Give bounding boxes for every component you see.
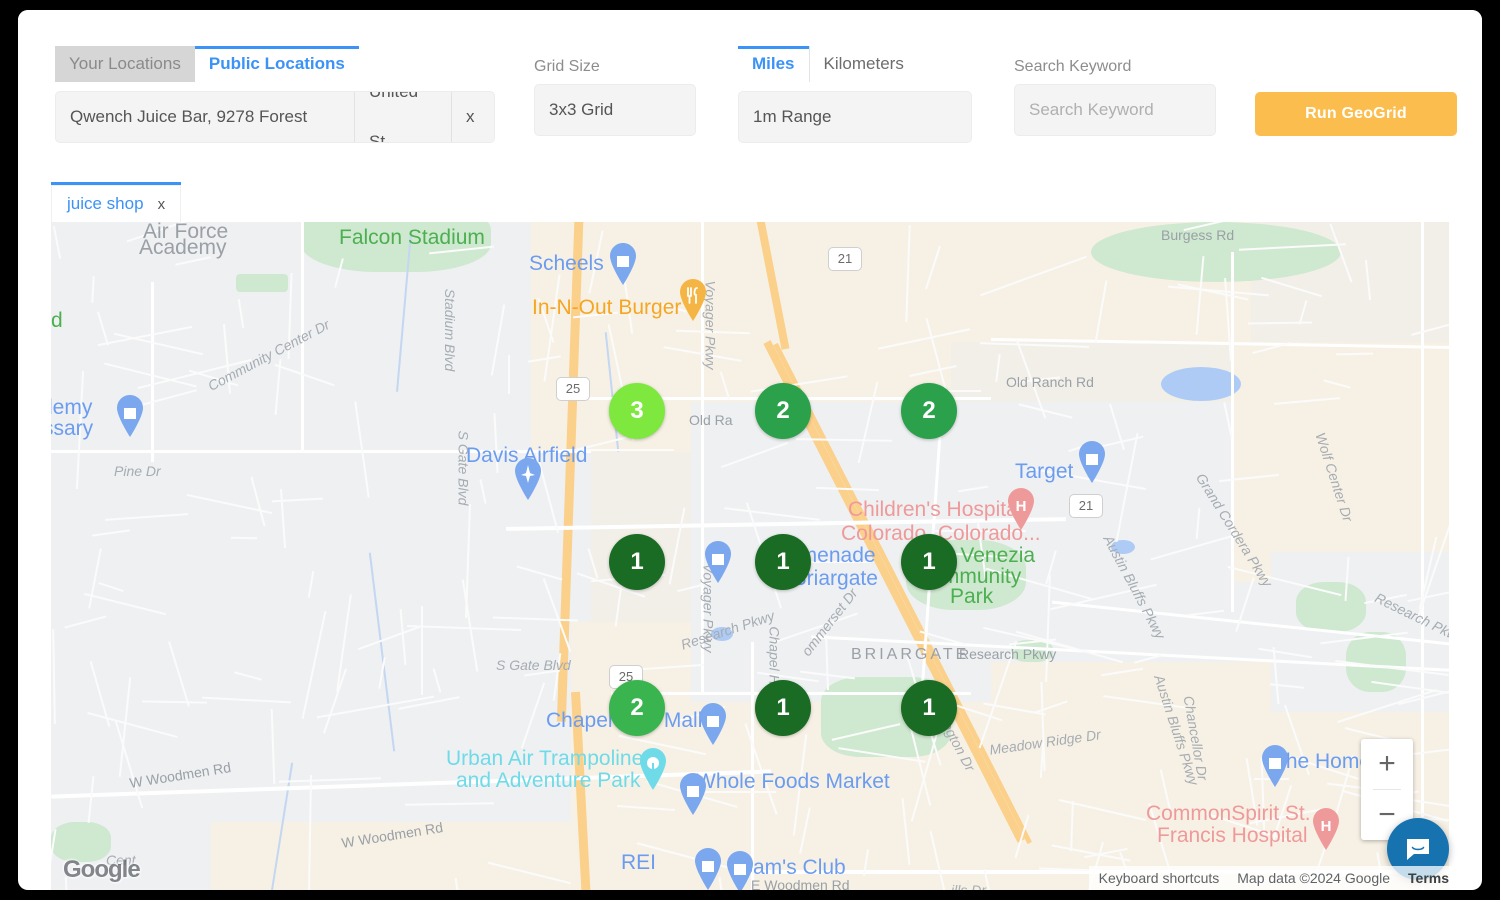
grid-size-value[interactable]: 3x3 Grid xyxy=(535,85,627,135)
shopping-pin[interactable] xyxy=(701,540,735,584)
keyword-tab-juice-shop[interactable]: juice shop x xyxy=(51,182,181,224)
search-keyword-label: Search Keyword xyxy=(1014,58,1216,76)
tab-your-locations[interactable]: Your Locations xyxy=(55,46,195,82)
map-data-text: Map data ©2024 Google xyxy=(1237,870,1390,886)
map-label: Children's Hospital xyxy=(848,498,1022,522)
unit-tabs: Miles Kilometers xyxy=(738,46,972,82)
map-label: and Adventure Park xyxy=(456,769,640,793)
geogrid-marker[interactable]: 1 xyxy=(901,680,957,736)
location-tabs: Your Locations Public Locations xyxy=(55,46,495,82)
range-field-group: Miles Kilometers 1m Range xyxy=(738,46,972,143)
map-surface[interactable]: Air ForceAcademyFalcon StadiumScheelsIn-… xyxy=(51,222,1459,890)
keyboard-shortcuts-link[interactable]: Keyboard shortcuts xyxy=(1099,870,1220,886)
shopping-pin[interactable] xyxy=(696,702,730,746)
zoom-in-button[interactable]: + xyxy=(1361,739,1413,789)
map-label: In-N-Out Burger xyxy=(532,296,681,320)
map-label: CommonSpirit St. xyxy=(1146,802,1311,826)
highway-shield-icon: 25 xyxy=(556,377,590,401)
map-label: d xyxy=(51,309,63,333)
map-attribution: Keyboard shortcuts Map data ©2024 Google… xyxy=(1089,866,1459,890)
map-label: Research Pkwy xyxy=(959,646,1056,662)
airport-pin[interactable] xyxy=(511,457,545,501)
map-label: Scheels xyxy=(529,252,604,276)
highway-shield-icon: 21 xyxy=(828,247,862,271)
map-label: S Gate Blvd xyxy=(496,657,571,673)
map-label: Stadium Blvd xyxy=(442,289,458,371)
tab-public-locations[interactable]: Public Locations xyxy=(195,46,359,82)
range-select[interactable]: 1m Range xyxy=(738,91,972,143)
tab-miles[interactable]: Miles xyxy=(738,46,809,82)
tab-kilometers[interactable]: Kilometers xyxy=(809,46,918,82)
location-input[interactable]: Qwench Juice Bar, 9278 Forest United St … xyxy=(55,91,495,143)
shopping-pin[interactable] xyxy=(1258,744,1292,788)
geogrid-marker[interactable]: 3 xyxy=(609,383,665,439)
location-country-value[interactable]: United St xyxy=(355,92,451,142)
grid-size-field-group: Grid Size 3x3 Grid xyxy=(534,58,696,136)
grid-size-label: Grid Size xyxy=(534,58,696,76)
map-label: Francis Hospital xyxy=(1157,824,1308,848)
restaurant-pin[interactable] xyxy=(676,278,710,322)
keyword-tab-label: juice shop xyxy=(67,194,144,214)
svg-text:H: H xyxy=(1016,498,1027,515)
app-window: Your Locations Public Locations Qwench J… xyxy=(18,10,1482,890)
google-logo: Google xyxy=(63,856,140,884)
keyword-tabs: juice shop x xyxy=(51,182,181,224)
terms-link[interactable]: Terms xyxy=(1408,870,1449,886)
shopping-pin[interactable] xyxy=(676,772,710,816)
keyword-tab-close-icon[interactable]: x xyxy=(158,196,166,213)
map-label: Burgess Rd xyxy=(1161,227,1234,243)
hospital-pin[interactable]: H xyxy=(1309,807,1343,851)
map-label: Whole Foods Market xyxy=(696,770,890,794)
search-keyword-input[interactable]: Search Keyword xyxy=(1014,84,1216,136)
geogrid-marker[interactable]: 2 xyxy=(755,383,811,439)
geogrid-marker[interactable]: 1 xyxy=(755,680,811,736)
geogrid-marker[interactable]: 2 xyxy=(901,383,957,439)
map-label: Old Ra xyxy=(689,412,733,428)
geogrid-marker[interactable]: 1 xyxy=(901,534,957,590)
location-business-value[interactable]: Qwench Juice Bar, 9278 Forest xyxy=(56,92,354,142)
map-label: Pine Dr xyxy=(114,463,161,479)
highway-shield-icon: 21 xyxy=(1069,494,1103,518)
shopping-pin[interactable] xyxy=(1075,440,1109,484)
search-keyword-field-group: Search Keyword Search Keyword xyxy=(1014,58,1216,136)
geogrid-marker[interactable]: 2 xyxy=(609,680,665,736)
control-bar: Your Locations Public Locations Qwench J… xyxy=(18,10,1482,180)
park-pin[interactable] xyxy=(636,747,670,791)
map-label: Park xyxy=(950,585,993,609)
search-keyword-placeholder[interactable]: Search Keyword xyxy=(1015,85,1168,135)
map-label: Academy xyxy=(139,236,227,260)
svg-text:H: H xyxy=(1321,818,1332,835)
geogrid-map[interactable]: Air ForceAcademyFalcon StadiumScheelsIn-… xyxy=(51,222,1459,890)
map-label: Target xyxy=(1015,460,1073,484)
geogrid-marker[interactable]: 1 xyxy=(609,534,665,590)
shopping-pin[interactable] xyxy=(113,394,147,438)
chat-bubble-icon xyxy=(1403,834,1433,864)
geogrid-marker[interactable]: 1 xyxy=(755,534,811,590)
map-label: ills Dr xyxy=(951,882,986,890)
location-clear-button[interactable]: x xyxy=(452,92,489,142)
map-label: Falcon Stadium xyxy=(339,226,485,250)
map-label: ssary xyxy=(51,417,93,441)
map-right-gutter xyxy=(1449,222,1459,890)
range-value[interactable]: 1m Range xyxy=(739,92,845,142)
location-field-group: Your Locations Public Locations Qwench J… xyxy=(55,46,495,143)
map-label: BRIARGATE xyxy=(851,646,969,664)
shopping-pin[interactable] xyxy=(723,850,757,890)
map-label: S Gate Blvd xyxy=(455,431,471,506)
shopping-pin[interactable] xyxy=(606,242,640,286)
shopping-pin[interactable] xyxy=(691,847,725,890)
map-label: REI xyxy=(621,851,656,875)
map-label: Urban Air Trampoline xyxy=(446,747,643,771)
map-label: Old Ranch Rd xyxy=(1006,374,1094,390)
hospital-pin[interactable]: H xyxy=(1004,487,1038,531)
grid-size-select[interactable]: 3x3 Grid xyxy=(534,84,696,136)
run-geogrid-button[interactable]: Run GeoGrid xyxy=(1255,92,1457,136)
